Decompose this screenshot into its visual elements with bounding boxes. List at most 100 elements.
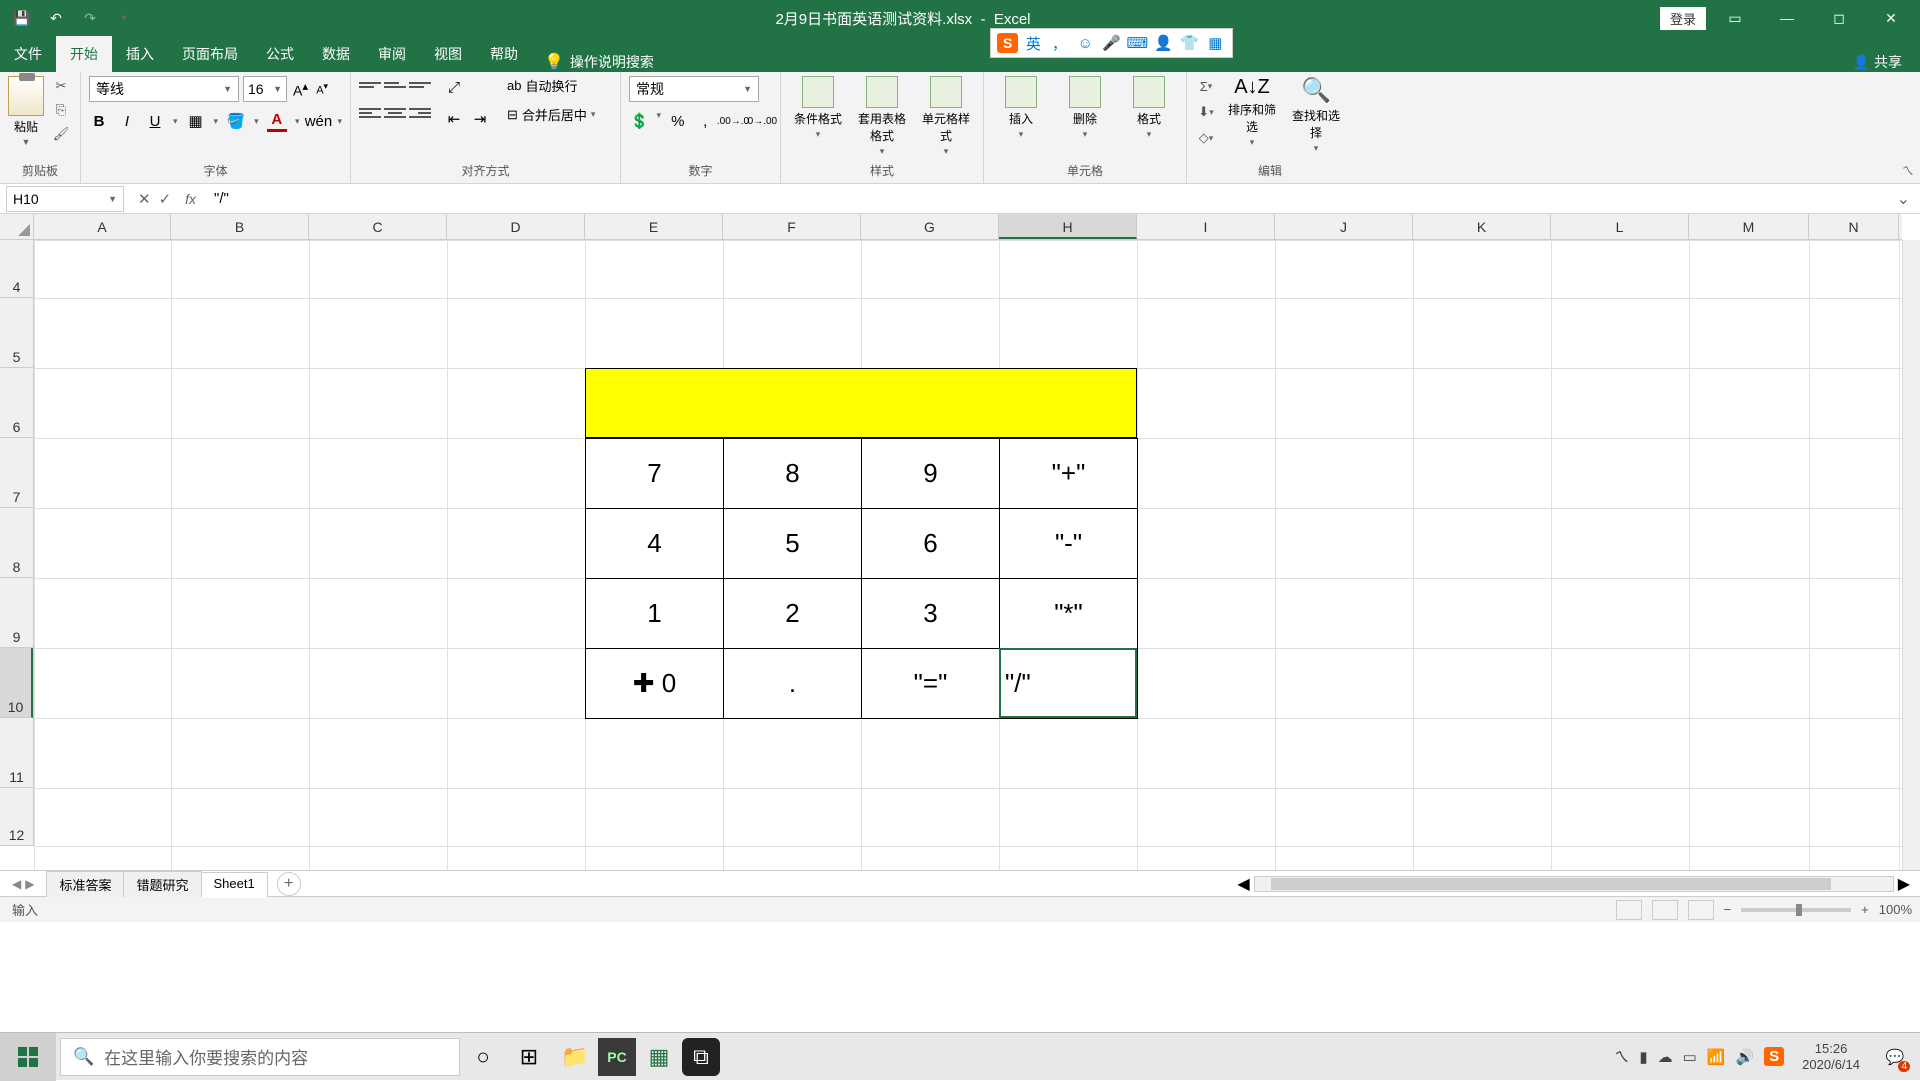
- insert-cells-button[interactable]: 插入▾: [992, 76, 1050, 140]
- cell-editor-input[interactable]: [1001, 650, 1135, 716]
- decrease-decimal-icon[interactable]: .0→.00: [750, 110, 772, 132]
- align-bottom-icon[interactable]: [409, 76, 431, 94]
- format-painter-icon[interactable]: 🖌: [50, 124, 72, 144]
- ime-shirt-icon[interactable]: 👕: [1178, 32, 1200, 54]
- cut-icon[interactable]: ✂: [50, 76, 72, 96]
- select-all-button[interactable]: [0, 214, 34, 240]
- tray-ime-icon[interactable]: S: [1764, 1047, 1784, 1066]
- ime-keyboard-icon[interactable]: ⌨: [1126, 32, 1148, 54]
- column-header-C[interactable]: C: [309, 214, 447, 239]
- cell[interactable]: "*": [1000, 579, 1138, 649]
- sheet-nav-prev-icon[interactable]: ◀: [12, 877, 21, 891]
- border-icon[interactable]: ▦: [186, 110, 206, 132]
- tray-wifi-icon[interactable]: 📶: [1707, 1048, 1726, 1066]
- column-header-F[interactable]: F: [723, 214, 861, 239]
- align-right-icon[interactable]: [409, 104, 431, 122]
- decrease-indent-icon[interactable]: ⇤: [443, 108, 465, 130]
- phonetic-icon[interactable]: wén: [307, 110, 329, 132]
- sheet-nav-next-icon[interactable]: ▶: [25, 877, 34, 891]
- login-button[interactable]: 登录: [1660, 7, 1706, 30]
- tab-公式[interactable]: 公式: [252, 36, 308, 72]
- tab-审阅[interactable]: 审阅: [364, 36, 420, 72]
- excel-taskbar-icon[interactable]: ▦: [636, 1033, 682, 1081]
- hscroll-left-icon[interactable]: ◀: [1233, 874, 1253, 894]
- cell[interactable]: 3: [862, 579, 1000, 649]
- tray-chevron-icon[interactable]: ㄟ: [1614, 1046, 1629, 1067]
- row-header-8[interactable]: 8: [0, 508, 33, 578]
- fill-icon[interactable]: ⬇ ▾: [1195, 102, 1217, 122]
- active-cell[interactable]: [999, 648, 1137, 718]
- cell[interactable]: 6: [862, 509, 1000, 579]
- column-header-E[interactable]: E: [585, 214, 723, 239]
- expand-formula-bar-icon[interactable]: ⌄: [1887, 189, 1920, 209]
- cell[interactable]: 9: [862, 439, 1000, 509]
- sogou-icon[interactable]: S: [997, 33, 1018, 53]
- column-header-A[interactable]: A: [34, 214, 171, 239]
- clear-icon[interactable]: ◇ ▾: [1195, 128, 1217, 148]
- cell[interactable]: 5: [724, 509, 862, 579]
- enter-formula-icon[interactable]: ✓: [159, 190, 172, 208]
- redo-icon[interactable]: ↷: [76, 4, 104, 32]
- number-format-select[interactable]: 常规▼: [629, 76, 759, 102]
- font-size-select[interactable]: 16▼: [243, 76, 287, 102]
- tab-文件[interactable]: 文件: [0, 36, 56, 72]
- align-center-icon[interactable]: [384, 104, 406, 122]
- cell[interactable]: "=": [862, 649, 1000, 719]
- copy-icon[interactable]: ⎘: [50, 100, 72, 120]
- cell[interactable]: 7: [586, 439, 724, 509]
- cell[interactable]: "+": [1000, 439, 1138, 509]
- recorder-icon[interactable]: ⧉: [682, 1038, 720, 1076]
- align-left-icon[interactable]: [359, 104, 381, 122]
- currency-icon[interactable]: 💲: [629, 110, 650, 132]
- percent-icon[interactable]: %: [667, 110, 688, 132]
- tab-视图[interactable]: 视图: [420, 36, 476, 72]
- maximize-icon[interactable]: ◻: [1816, 0, 1862, 36]
- tray-volume-icon[interactable]: 🔊: [1735, 1048, 1754, 1066]
- row-header-6[interactable]: 6: [0, 368, 33, 438]
- add-sheet-button[interactable]: +: [277, 872, 301, 896]
- align-top-icon[interactable]: [359, 76, 381, 94]
- cell[interactable]: 1: [586, 579, 724, 649]
- tab-开始[interactable]: 开始: [56, 36, 112, 72]
- cell[interactable]: 4: [586, 509, 724, 579]
- sheet-tab-标准答案[interactable]: 标准答案: [46, 871, 124, 897]
- paste-button[interactable]: 粘贴 ▼: [8, 76, 44, 147]
- column-header-G[interactable]: G: [861, 214, 999, 239]
- name-box[interactable]: H10▼: [6, 186, 124, 212]
- tray-sync-icon[interactable]: ☁: [1658, 1048, 1673, 1066]
- italic-button[interactable]: I: [117, 110, 137, 132]
- row-header-5[interactable]: 5: [0, 298, 33, 368]
- ime-person-icon[interactable]: 👤: [1152, 32, 1174, 54]
- file-explorer-icon[interactable]: 📁: [552, 1033, 598, 1081]
- increase-indent-icon[interactable]: ⇥: [469, 108, 491, 130]
- ime-comma-icon[interactable]: ，: [1048, 32, 1070, 54]
- undo-icon[interactable]: ↶: [42, 4, 70, 32]
- font-name-select[interactable]: 等线▼: [89, 76, 239, 102]
- cell[interactable]: 8: [724, 439, 862, 509]
- save-icon[interactable]: 💾: [8, 4, 36, 32]
- tab-插入[interactable]: 插入: [112, 36, 168, 72]
- sort-filter-button[interactable]: A↓Z排序和筛选▾: [1223, 76, 1281, 148]
- column-header-H[interactable]: H: [999, 214, 1137, 239]
- shrink-font-icon[interactable]: A▾: [314, 81, 330, 97]
- ribbon-display-icon[interactable]: ▭: [1712, 0, 1758, 36]
- tray-usb-icon[interactable]: ▮: [1639, 1048, 1647, 1066]
- column-header-N[interactable]: N: [1809, 214, 1899, 239]
- hscroll-right-icon[interactable]: ▶: [1894, 874, 1914, 894]
- tell-me-search[interactable]: 💡操作说明搜索: [532, 52, 666, 72]
- delete-cells-button[interactable]: 删除▾: [1056, 76, 1114, 140]
- zoom-slider[interactable]: [1741, 908, 1851, 912]
- column-header-J[interactable]: J: [1275, 214, 1413, 239]
- tray-battery-icon[interactable]: ▭: [1683, 1048, 1697, 1066]
- ime-smile-icon[interactable]: ☺: [1074, 32, 1096, 54]
- increase-decimal-icon[interactable]: .00→.0: [722, 110, 744, 132]
- row-headers[interactable]: 456789101112: [0, 240, 34, 846]
- taskbar-search[interactable]: 🔍 在这里输入你要搜索的内容: [60, 1038, 460, 1076]
- start-button[interactable]: [0, 1033, 56, 1081]
- calculator-display[interactable]: [585, 368, 1137, 438]
- merge-center-button[interactable]: ⊟合并后居中▾: [507, 105, 595, 124]
- autosum-icon[interactable]: Σ ▾: [1195, 76, 1217, 96]
- ime-grid-icon[interactable]: ▦: [1204, 32, 1226, 54]
- task-view-icon[interactable]: ⊞: [506, 1033, 552, 1081]
- collapse-ribbon-icon[interactable]: ㄟ: [1902, 162, 1914, 179]
